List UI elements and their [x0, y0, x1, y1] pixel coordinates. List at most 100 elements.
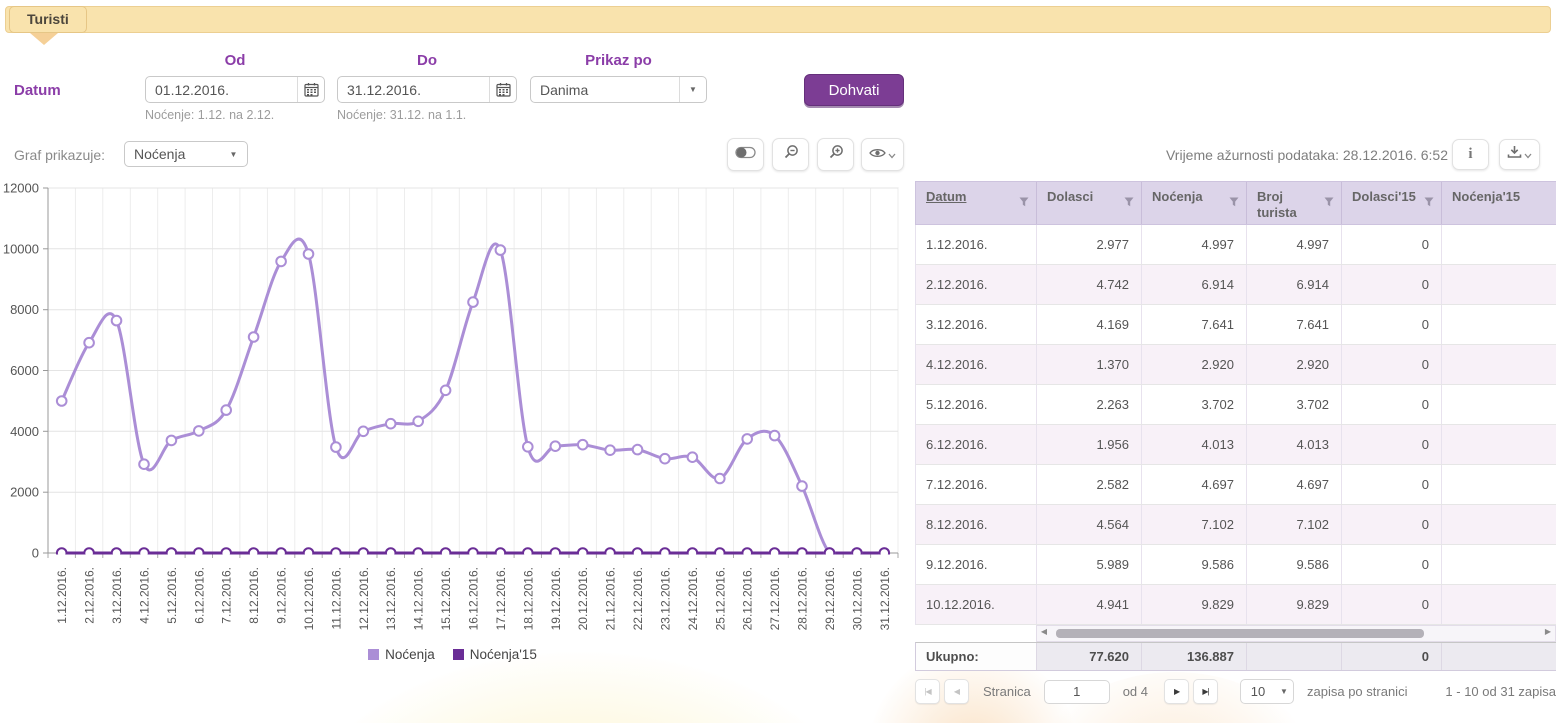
calendar-icon[interactable] [297, 77, 324, 102]
svg-text:21.12.2016.: 21.12.2016. [604, 567, 618, 630]
table-cell: 9.586 [1247, 545, 1342, 584]
column-header-broj-turista[interactable]: Broj turista [1247, 182, 1342, 224]
zoom-in-icon [828, 144, 844, 165]
filter-icon[interactable] [1229, 195, 1239, 211]
table-row[interactable]: 6.12.2016.1.9564.0134.0130 [916, 425, 1556, 465]
calendar-icon[interactable] [489, 77, 516, 102]
scrollbar-thumb[interactable] [1056, 629, 1424, 638]
date-to-value[interactable]: 31.12.2016. [338, 82, 489, 98]
table-cell: 2.920 [1142, 345, 1247, 384]
info-button[interactable]: i [1452, 139, 1489, 170]
table-cell: 3.702 [1247, 385, 1342, 424]
chevron-down-icon[interactable]: ▼ [220, 142, 247, 166]
table-cell: 4.013 [1142, 425, 1247, 464]
eye-icon [869, 146, 886, 164]
graf-series-select[interactable]: Noćenja ▼ [124, 141, 248, 167]
filter-icon[interactable] [1324, 195, 1334, 211]
column-header-dolasci[interactable]: Dolasci [1037, 182, 1142, 224]
do-hint: Noćenje: 31.12. na 1.1. [337, 108, 466, 122]
svg-text:22.12.2016.: 22.12.2016. [631, 567, 645, 630]
legend-swatch-icon [453, 649, 464, 660]
svg-text:24.12.2016.: 24.12.2016. [686, 567, 700, 630]
prikaz-po-select[interactable]: Danima ▼ [530, 76, 707, 103]
svg-text:6000: 6000 [10, 363, 39, 378]
legend-item[interactable]: Noćenja [368, 647, 435, 662]
table-cell: 1.370 [1037, 345, 1142, 384]
table-row[interactable]: 10.12.2016.4.9419.8299.8290 [916, 585, 1556, 625]
zoom-out-button[interactable] [772, 138, 809, 171]
table-cell: 0 [1342, 225, 1442, 264]
table-cell: 0 [1342, 545, 1442, 584]
svg-text:12000: 12000 [3, 181, 39, 196]
totals-broj-turista [1247, 643, 1342, 670]
tab-turisti[interactable]: Turisti [9, 6, 87, 33]
table-cell: 0 [1342, 505, 1442, 544]
date-to-field[interactable]: 31.12.2016. [337, 76, 517, 103]
svg-text:19.12.2016.: 19.12.2016. [549, 567, 563, 630]
prikaz-po-value: Danima [531, 82, 679, 98]
table-row[interactable]: 4.12.2016.1.3702.9202.9200 [916, 345, 1556, 385]
column-header-nocenja[interactable]: Noćenja [1142, 182, 1247, 224]
table-cell: 2.263 [1037, 385, 1142, 424]
filter-icon[interactable] [1424, 195, 1434, 211]
table-cell: 9.12.2016. [916, 545, 1037, 584]
chevron-down-icon[interactable]: ▼ [679, 77, 706, 102]
prev-page-button[interactable]: ◀ [944, 679, 969, 704]
per-page-label: zapisa po stranici [1307, 684, 1407, 699]
table-row[interactable]: 2.12.2016.4.7426.9146.9140 [916, 265, 1556, 305]
table-cell [1442, 425, 1556, 464]
filter-icon[interactable] [1019, 195, 1029, 211]
table-row[interactable]: 7.12.2016.2.5824.6974.6970 [916, 465, 1556, 505]
svg-text:28.12.2016.: 28.12.2016. [796, 567, 810, 630]
totals-dolasci: 77.620 [1037, 643, 1142, 670]
svg-text:25.12.2016.: 25.12.2016. [713, 567, 727, 630]
page-size-select[interactable]: 10 ▼ [1240, 679, 1294, 704]
filter-icon[interactable] [1124, 195, 1134, 211]
zoom-in-button[interactable] [817, 138, 854, 171]
data-updated-label: Vrijeme ažurnosti podataka: 28.12.2016. … [1166, 147, 1448, 163]
table-cell: 2.582 [1037, 465, 1142, 504]
table-row[interactable]: 5.12.2016.2.2633.7023.7020 [916, 385, 1556, 425]
first-page-button[interactable]: |◀ [915, 679, 940, 704]
scroll-left-icon[interactable]: ◀ [1037, 627, 1051, 636]
table-cell: 0 [1342, 425, 1442, 464]
table-row[interactable]: 8.12.2016.4.5647.1027.1020 [916, 505, 1556, 545]
table-cell: 4.564 [1037, 505, 1142, 544]
tab-bar [5, 6, 1551, 33]
table-cell: 4.697 [1247, 465, 1342, 504]
svg-text:10000: 10000 [3, 241, 39, 256]
column-header-dolasci-15[interactable]: Dolasci'15 [1342, 182, 1442, 224]
legend-item[interactable]: Noćenja'15 [453, 647, 537, 662]
svg-text:3.12.2016.: 3.12.2016. [110, 567, 124, 624]
column-header-nocenja-15[interactable]: Noćenja'15 [1442, 182, 1556, 224]
svg-text:10.12.2016.: 10.12.2016. [302, 567, 316, 630]
svg-text:17.12.2016.: 17.12.2016. [494, 567, 508, 630]
svg-text:29.12.2016.: 29.12.2016. [823, 567, 837, 630]
table-row[interactable]: 1.12.2016.2.9774.9974.9970 [916, 225, 1556, 265]
page-number-input[interactable] [1044, 680, 1110, 704]
dohvati-button[interactable]: Dohvati [804, 74, 904, 106]
app-window: Turisti Od Do Prikaz po Datum 01.12.2016… [0, 0, 1556, 723]
series-visibility-button[interactable] [861, 138, 904, 171]
table-cell [1442, 545, 1556, 584]
table-cell [1442, 225, 1556, 264]
column-header-datum[interactable]: Datum [916, 182, 1037, 224]
horizontal-scrollbar[interactable]: ◀ ▶ [1036, 625, 1556, 642]
date-from-field[interactable]: 01.12.2016. [145, 76, 325, 103]
last-page-button[interactable]: ▶| [1193, 679, 1218, 704]
do-label: Do [337, 52, 517, 69]
table-row[interactable]: 9.12.2016.5.9899.5869.5860 [916, 545, 1556, 585]
pagination-bar: |◀ ◀ Stranica od 4 ▶ ▶| 10 ▼ zapisa po s… [915, 678, 1556, 705]
chart-legend: Noćenja Noćenja'15 [0, 647, 905, 662]
toggle-button[interactable] [727, 138, 764, 171]
table-row[interactable]: 3.12.2016.4.1697.6417.6410 [916, 305, 1556, 345]
sort-link[interactable]: Datum [926, 189, 966, 204]
scroll-right-icon[interactable]: ▶ [1541, 627, 1555, 636]
table-cell: 4.697 [1142, 465, 1247, 504]
table-cell: 0 [1342, 265, 1442, 304]
next-page-button[interactable]: ▶ [1164, 679, 1189, 704]
date-from-value[interactable]: 01.12.2016. [146, 82, 297, 98]
table-cell: 9.829 [1247, 585, 1342, 624]
svg-text:9.12.2016.: 9.12.2016. [275, 567, 289, 624]
export-button[interactable] [1499, 139, 1540, 170]
